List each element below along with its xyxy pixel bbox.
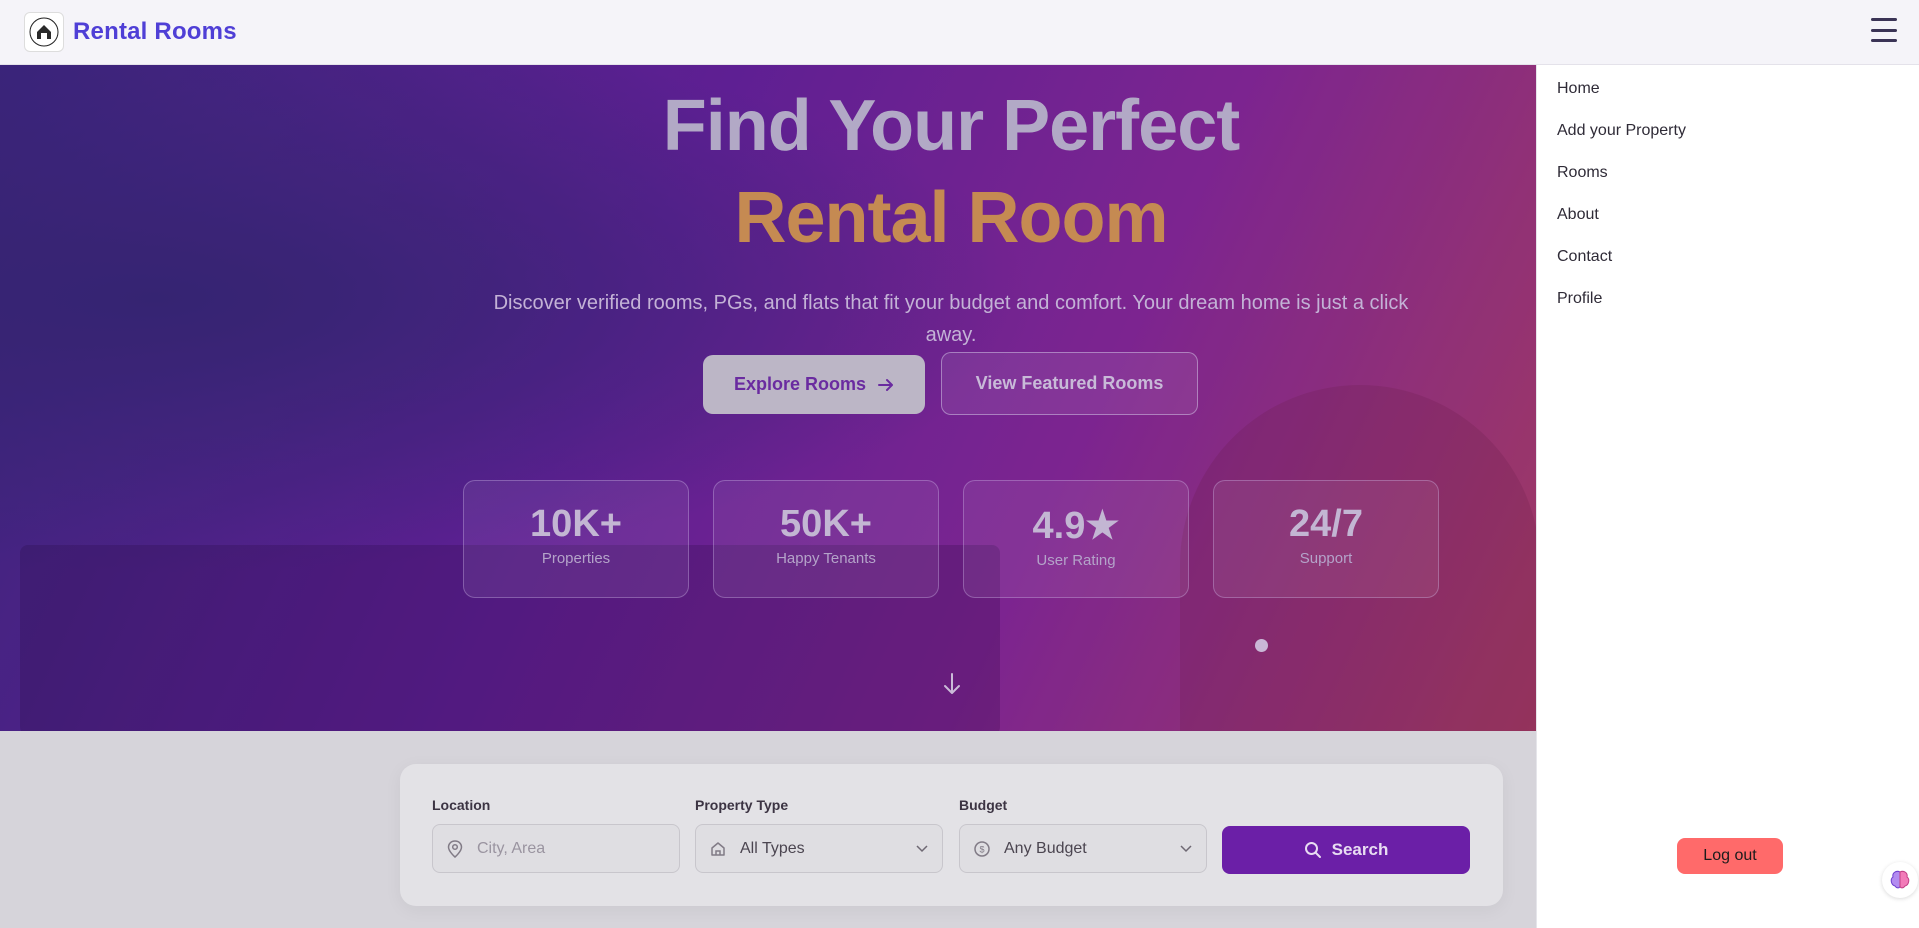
stat-card-support: 24/7 Support [1213, 480, 1439, 598]
brain-assistant-icon[interactable] [1882, 862, 1918, 898]
location-input[interactable]: City, Area [432, 824, 680, 873]
menu-item-profile[interactable]: Profile [1557, 290, 1602, 308]
location-pin-icon [447, 839, 465, 858]
chevron-down-icon [916, 842, 928, 856]
home-icon [710, 841, 728, 857]
search-button[interactable]: Search [1222, 826, 1470, 874]
stat-label: Properties [541, 550, 611, 567]
stat-card-properties: 10K+ Properties [463, 480, 689, 598]
view-featured-rooms-button[interactable]: View Featured Rooms [941, 352, 1198, 415]
explore-rooms-button[interactable]: Explore Rooms [703, 355, 925, 414]
explore-rooms-label: Explore Rooms [733, 374, 867, 394]
stat-label: Happy Tenants [776, 550, 876, 567]
search-button-label: Search [1331, 840, 1389, 859]
hamburger-menu-icon[interactable] [1871, 18, 1897, 42]
stat-card-rating: 4.9★ User Rating [963, 480, 1189, 598]
chevron-down-icon [1180, 842, 1192, 856]
menu-item-about[interactable]: About [1557, 206, 1599, 224]
stat-value: 24/7 [1289, 503, 1363, 545]
search-card: Location City, Area Property Type All Ty… [400, 764, 1503, 906]
side-menu: Home Add your Property Rooms About Conta… [1536, 65, 1919, 928]
budget-value: Any Budget [1004, 839, 1087, 857]
menu-item-home[interactable]: Home [1557, 80, 1600, 98]
property-type-select[interactable]: All Types [695, 824, 943, 873]
menu-item-contact[interactable]: Contact [1557, 248, 1612, 266]
property-type-label: Property Type [695, 797, 789, 813]
property-type-value: All Types [740, 839, 805, 857]
search-icon [1304, 842, 1321, 858]
stat-value: 50K+ [780, 503, 872, 545]
budget-label: Budget [959, 797, 1008, 813]
location-label: Location [432, 797, 491, 813]
hero-title-line2: Rental Room [734, 178, 1168, 258]
budget-select[interactable]: $ Any Budget [959, 824, 1207, 873]
hero-title-line1: Find Your Perfect [662, 86, 1240, 166]
menu-item-rooms[interactable]: Rooms [1557, 164, 1608, 182]
arrow-right-icon [878, 378, 894, 391]
hero-subtitle: Discover verified rooms, PGs, and flats … [493, 292, 1409, 346]
location-placeholder: City, Area [477, 839, 546, 857]
stat-value: 10K+ [530, 503, 622, 545]
menu-item-add-property[interactable]: Add your Property [1557, 122, 1686, 140]
carousel-dot[interactable] [1255, 639, 1268, 652]
brand-name[interactable]: Rental Rooms [73, 18, 237, 46]
stat-label: Support [1299, 550, 1353, 567]
view-featured-label: View Featured Rooms [975, 373, 1164, 393]
scroll-down-arrow-icon[interactable] [942, 672, 962, 703]
svg-text:$: $ [979, 844, 984, 854]
logout-button[interactable]: Log out [1677, 838, 1783, 874]
stat-value: 4.9★ [1032, 505, 1120, 547]
house-logo-icon[interactable] [24, 12, 64, 52]
hero-section: Find Your Perfect Rental Room Discover v… [0, 65, 1536, 731]
dollar-circle-icon: $ [974, 840, 992, 857]
top-navbar: Rental Rooms [0, 0, 1919, 65]
stat-label: User Rating [1036, 552, 1116, 569]
stat-card-tenants: 50K+ Happy Tenants [713, 480, 939, 598]
